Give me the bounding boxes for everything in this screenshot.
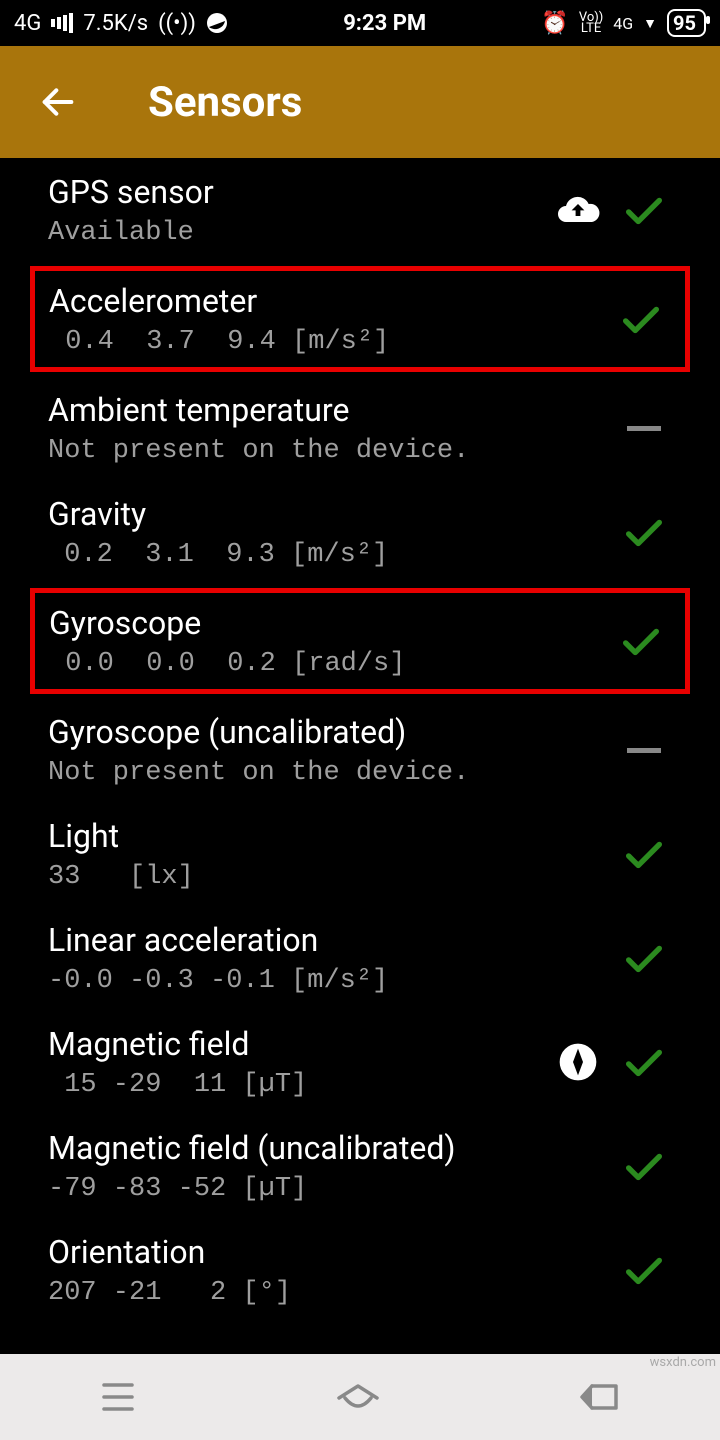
check-icon xyxy=(608,1143,680,1189)
page-title: Sensors xyxy=(148,78,302,127)
check-icon xyxy=(608,831,680,877)
sensor-value: 207 -21 2 [°] xyxy=(48,1278,548,1308)
sensor-row-magfield-uncal[interactable]: Magnetic field (uncalibrated) -79 -83 -52… xyxy=(0,1114,720,1218)
ball-icon xyxy=(206,12,228,34)
sensor-value: 33 [lx] xyxy=(48,862,548,892)
app-bar: Sensors xyxy=(0,46,720,158)
check-icon xyxy=(608,1247,680,1293)
cloud-download-icon xyxy=(548,186,608,234)
net-speed: 7.5K/s xyxy=(83,11,148,36)
sensor-row-ambient[interactable]: Ambient temperature Not present on the de… xyxy=(0,376,720,480)
sensor-row-gps[interactable]: GPS sensor Available xyxy=(0,158,720,262)
check-icon xyxy=(608,1039,680,1085)
home-button[interactable] xyxy=(335,1380,381,1414)
sensor-value: 0.0 0.0 0.2 [rad/s] xyxy=(49,649,545,679)
sensor-title: Orientation xyxy=(48,1232,548,1272)
back-button[interactable] xyxy=(578,1380,622,1414)
volte-icon: Vo)) LTE xyxy=(579,12,603,34)
check-icon xyxy=(605,296,677,342)
network-type: 4G xyxy=(14,11,41,36)
sensor-row-gyro-uncal[interactable]: Gyroscope (uncalibrated) Not present on t… xyxy=(0,698,720,802)
battery-indicator: 95 xyxy=(667,9,706,37)
sensor-row-magfield[interactable]: Magnetic field 15 -29 11 [µT] xyxy=(0,1010,720,1114)
sensor-value: 15 -29 11 [µT] xyxy=(48,1070,548,1100)
sensor-value: -79 -83 -52 [µT] xyxy=(48,1174,548,1204)
compass-icon xyxy=(548,1042,608,1082)
status-bar: 4G 7.5K/s ((•)) 9:23 PM ⏰ Vo)) LTE 4G ▼ … xyxy=(0,0,720,46)
sensor-row-accel[interactable]: Accelerometer 0.4 3.7 9.4 [m/s²] xyxy=(30,266,690,372)
sensor-title: Magnetic field (uncalibrated) xyxy=(48,1128,548,1168)
alarm-icon: ⏰ xyxy=(541,11,568,36)
sensor-row-light[interactable]: Light 33 [lx] xyxy=(0,802,720,906)
sensor-title: Linear acceleration xyxy=(48,920,548,960)
dash-icon xyxy=(608,748,680,753)
sensor-value: 0.2 3.1 9.3 [m/s²] xyxy=(48,540,548,570)
sensor-title: Gyroscope (uncalibrated) xyxy=(48,712,548,752)
check-icon xyxy=(608,935,680,981)
sensor-value: 0.4 3.7 9.4 [m/s²] xyxy=(49,327,545,357)
signal-icon xyxy=(51,13,73,33)
watermark: wsxdn.com xyxy=(650,1355,716,1370)
recent-apps-button[interactable] xyxy=(98,1380,138,1414)
check-icon xyxy=(608,509,680,555)
sensor-title: Gravity xyxy=(48,494,548,534)
network2-type: 4G xyxy=(613,14,633,33)
sensor-title: Magnetic field xyxy=(48,1024,548,1064)
check-icon xyxy=(605,618,677,664)
sensor-title: Light xyxy=(48,816,548,856)
sensor-row-gravity[interactable]: Gravity 0.2 3.1 9.3 [m/s²] xyxy=(0,480,720,584)
sensor-value: Not present on the device. xyxy=(48,436,548,466)
dash-icon xyxy=(608,426,680,431)
sensor-value: Not present on the device. xyxy=(48,758,548,788)
back-icon[interactable] xyxy=(38,82,78,122)
sensor-title: GPS sensor xyxy=(48,172,548,212)
sensor-value: Available xyxy=(48,218,548,248)
sensor-row-linaccel[interactable]: Linear acceleration -0.0 -0.3 -0.1 [m/s²] xyxy=(0,906,720,1010)
sensor-value: -0.0 -0.3 -0.1 [m/s²] xyxy=(48,966,548,996)
sensor-row-gyro[interactable]: Gyroscope 0.0 0.0 0.2 [rad/s] xyxy=(30,588,690,694)
sensor-list[interactable]: GPS sensor Available Accelerometer 0.4 3.7… xyxy=(0,158,720,1354)
check-icon xyxy=(608,187,680,233)
down-icon: ▼ xyxy=(643,15,657,32)
wifi-activity-icon: ((•)) xyxy=(158,11,196,36)
sensor-title: Ambient temperature xyxy=(48,390,548,430)
system-nav-bar xyxy=(0,1354,720,1440)
sensor-title: Gyroscope xyxy=(49,603,545,643)
clock-text: 9:23 PM xyxy=(343,11,426,36)
sensor-row-orientation[interactable]: Orientation 207 -21 2 [°] xyxy=(0,1218,720,1322)
sensor-title: Accelerometer xyxy=(49,281,545,321)
